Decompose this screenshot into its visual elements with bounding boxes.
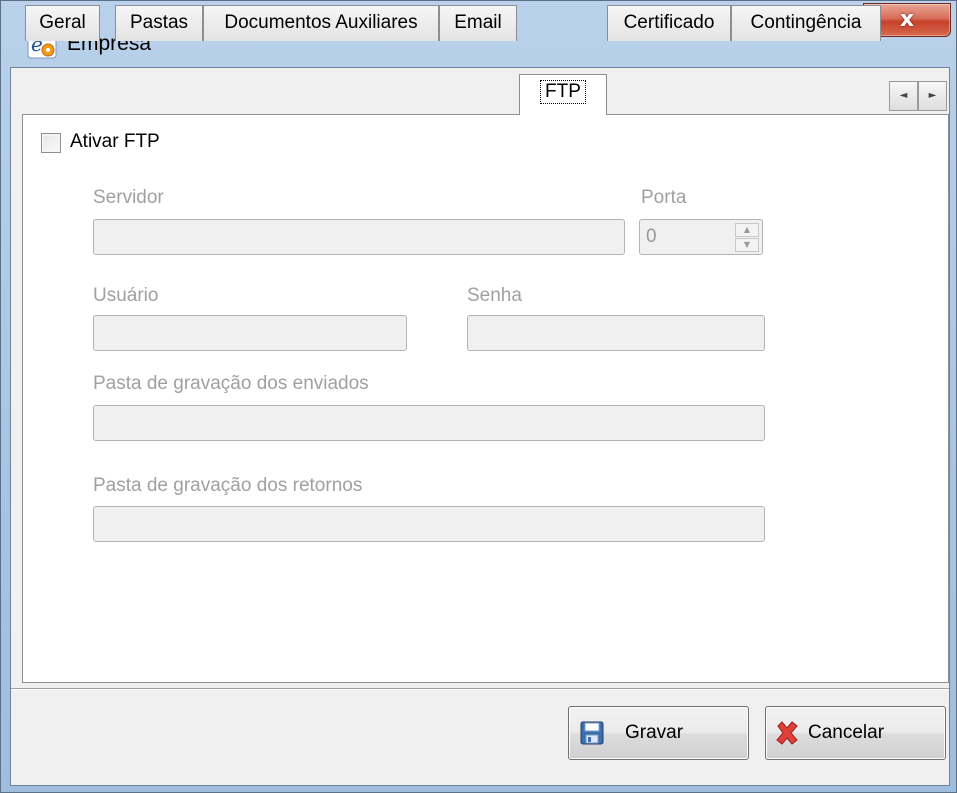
- empresa-dialog: e Empresa x Geral Pastas Documentos Auxi…: [0, 0, 957, 793]
- senha-input[interactable]: [467, 315, 765, 351]
- footer-separator: [11, 688, 949, 690]
- tab-certificado[interactable]: Certificado: [607, 5, 731, 41]
- porta-label: Porta: [641, 187, 687, 208]
- servidor-label: Servidor: [93, 187, 164, 208]
- porta-value: 0: [646, 226, 657, 247]
- cancelar-button[interactable]: Cancelar: [765, 706, 946, 760]
- tab-scroll-left-icon[interactable]: ◄: [889, 81, 918, 111]
- ativar-ftp-checkbox[interactable]: [41, 133, 61, 153]
- gravar-button[interactable]: Gravar: [568, 706, 749, 760]
- pasta-retornos-label: Pasta de gravação dos retornos: [93, 475, 363, 496]
- tab-pastas[interactable]: Pastas: [115, 5, 203, 41]
- spin-up-icon[interactable]: ▲: [735, 223, 759, 237]
- red-x-icon: [776, 721, 798, 745]
- pasta-enviados-label: Pasta de gravação dos enviados: [93, 373, 369, 394]
- pasta-enviados-input[interactable]: [93, 405, 765, 441]
- tab-documentos-auxiliares[interactable]: Documentos Auxiliares: [203, 5, 439, 41]
- tab-ftp[interactable]: FTP: [519, 74, 607, 115]
- usuario-label: Usuário: [93, 285, 159, 306]
- gravar-label: Gravar: [625, 722, 684, 743]
- tab-scroll-buttons: ◄ ►: [889, 81, 947, 111]
- usuario-input[interactable]: [93, 315, 407, 351]
- pasta-retornos-input[interactable]: [93, 506, 765, 542]
- porta-spinner[interactable]: 0 ▲ ▼: [639, 219, 763, 255]
- tab-contingencia[interactable]: Contingência: [731, 5, 881, 41]
- senha-label: Senha: [467, 285, 522, 306]
- ativar-ftp-label[interactable]: Ativar FTP: [70, 131, 160, 153]
- servidor-input[interactable]: [93, 219, 625, 255]
- tab-scroll-right-icon[interactable]: ►: [918, 81, 947, 111]
- tab-geral[interactable]: Geral: [25, 5, 100, 41]
- cancelar-label: Cancelar: [808, 722, 885, 743]
- spin-down-icon[interactable]: ▼: [735, 238, 759, 252]
- tab-email[interactable]: Email: [439, 5, 517, 41]
- floppy-disk-icon: [580, 721, 604, 745]
